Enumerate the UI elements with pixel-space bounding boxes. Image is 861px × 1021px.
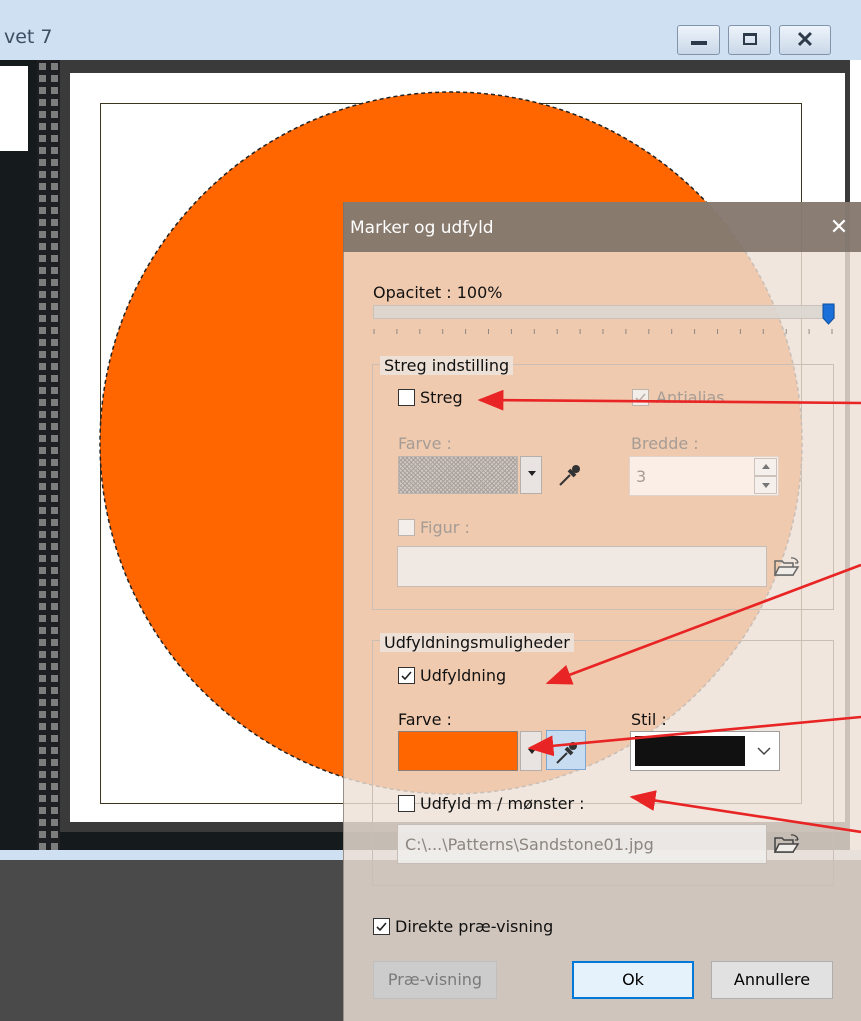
- fill-color-label: Farve :: [398, 710, 452, 729]
- chevron-down-icon: [757, 747, 771, 756]
- antialias-label: Antialias: [656, 388, 725, 407]
- fill-color-swatch[interactable]: [398, 731, 518, 771]
- stroke-checkbox[interactable]: [398, 389, 415, 406]
- stroke-color-swatch[interactable]: [398, 456, 518, 494]
- stroke-width-value: 3: [636, 467, 647, 486]
- fill-eyedropper-button[interactable]: [546, 730, 586, 770]
- shape-folder-open-icon[interactable]: [773, 555, 801, 579]
- stroke-width-label: Bredde :: [631, 434, 699, 453]
- ok-button[interactable]: Ok: [572, 961, 694, 999]
- check-icon: [635, 393, 646, 403]
- chevron-down-icon: [762, 483, 770, 488]
- chevron-up-icon: [762, 464, 770, 469]
- live-preview-checkbox[interactable]: [373, 918, 390, 935]
- check-icon: [376, 922, 387, 932]
- pattern-checkbox[interactable]: [398, 795, 415, 812]
- stroke-label: Streg: [420, 388, 463, 407]
- shape-label: Figur :: [420, 518, 470, 537]
- pattern-label: Udfyld m / mønster :: [420, 794, 585, 813]
- dialog-body: [343, 202, 861, 1021]
- fill-style-swatch: [635, 736, 745, 766]
- shape-checkbox[interactable]: [398, 519, 415, 536]
- fill-group-title: Udfyldningsmuligheder: [380, 633, 574, 652]
- stroke-group-title: Streg indstilling: [380, 356, 514, 375]
- live-preview-label: Direkte præ-visning: [395, 917, 554, 936]
- fill-label: Udfyldning: [420, 666, 507, 685]
- opacity-label: Opacitet : 100%: [373, 283, 503, 302]
- stroke-width-down-button[interactable]: [754, 476, 777, 494]
- chevron-down-icon: [528, 749, 536, 754]
- fill-checkbox[interactable]: [398, 667, 415, 684]
- pattern-folder-open-icon[interactable]: [773, 832, 801, 856]
- fill-style-dropdown[interactable]: [630, 731, 780, 771]
- opacity-slider[interactable]: [373, 305, 835, 319]
- stroke-color-label: Farve :: [398, 434, 452, 453]
- chevron-down-icon: [528, 471, 536, 476]
- opacity-slider-thumb[interactable]: [822, 303, 835, 325]
- fill-color-dropdown[interactable]: [520, 731, 542, 771]
- eyedropper-icon: [556, 742, 577, 764]
- preview-button[interactable]: Præ-visning: [373, 961, 497, 999]
- stroke-color-dropdown[interactable]: [520, 456, 542, 494]
- stroke-width-up-button[interactable]: [754, 458, 777, 476]
- shape-path-field[interactable]: [397, 546, 767, 587]
- cancel-button[interactable]: Annullere: [711, 961, 833, 999]
- dialog-title: Marker og udfyld: [350, 218, 494, 238]
- pattern-path-value: C:\...\Patterns\Sandstone01.jpg: [405, 835, 654, 854]
- antialias-checkbox[interactable]: [632, 389, 649, 406]
- opacity-slider-ticks: [373, 329, 833, 334]
- check-icon: [401, 671, 412, 681]
- stroke-eyedropper-icon[interactable]: [556, 461, 582, 489]
- dialog-close-button[interactable]: ✕: [822, 211, 856, 243]
- fill-style-label: Stil :: [631, 710, 667, 729]
